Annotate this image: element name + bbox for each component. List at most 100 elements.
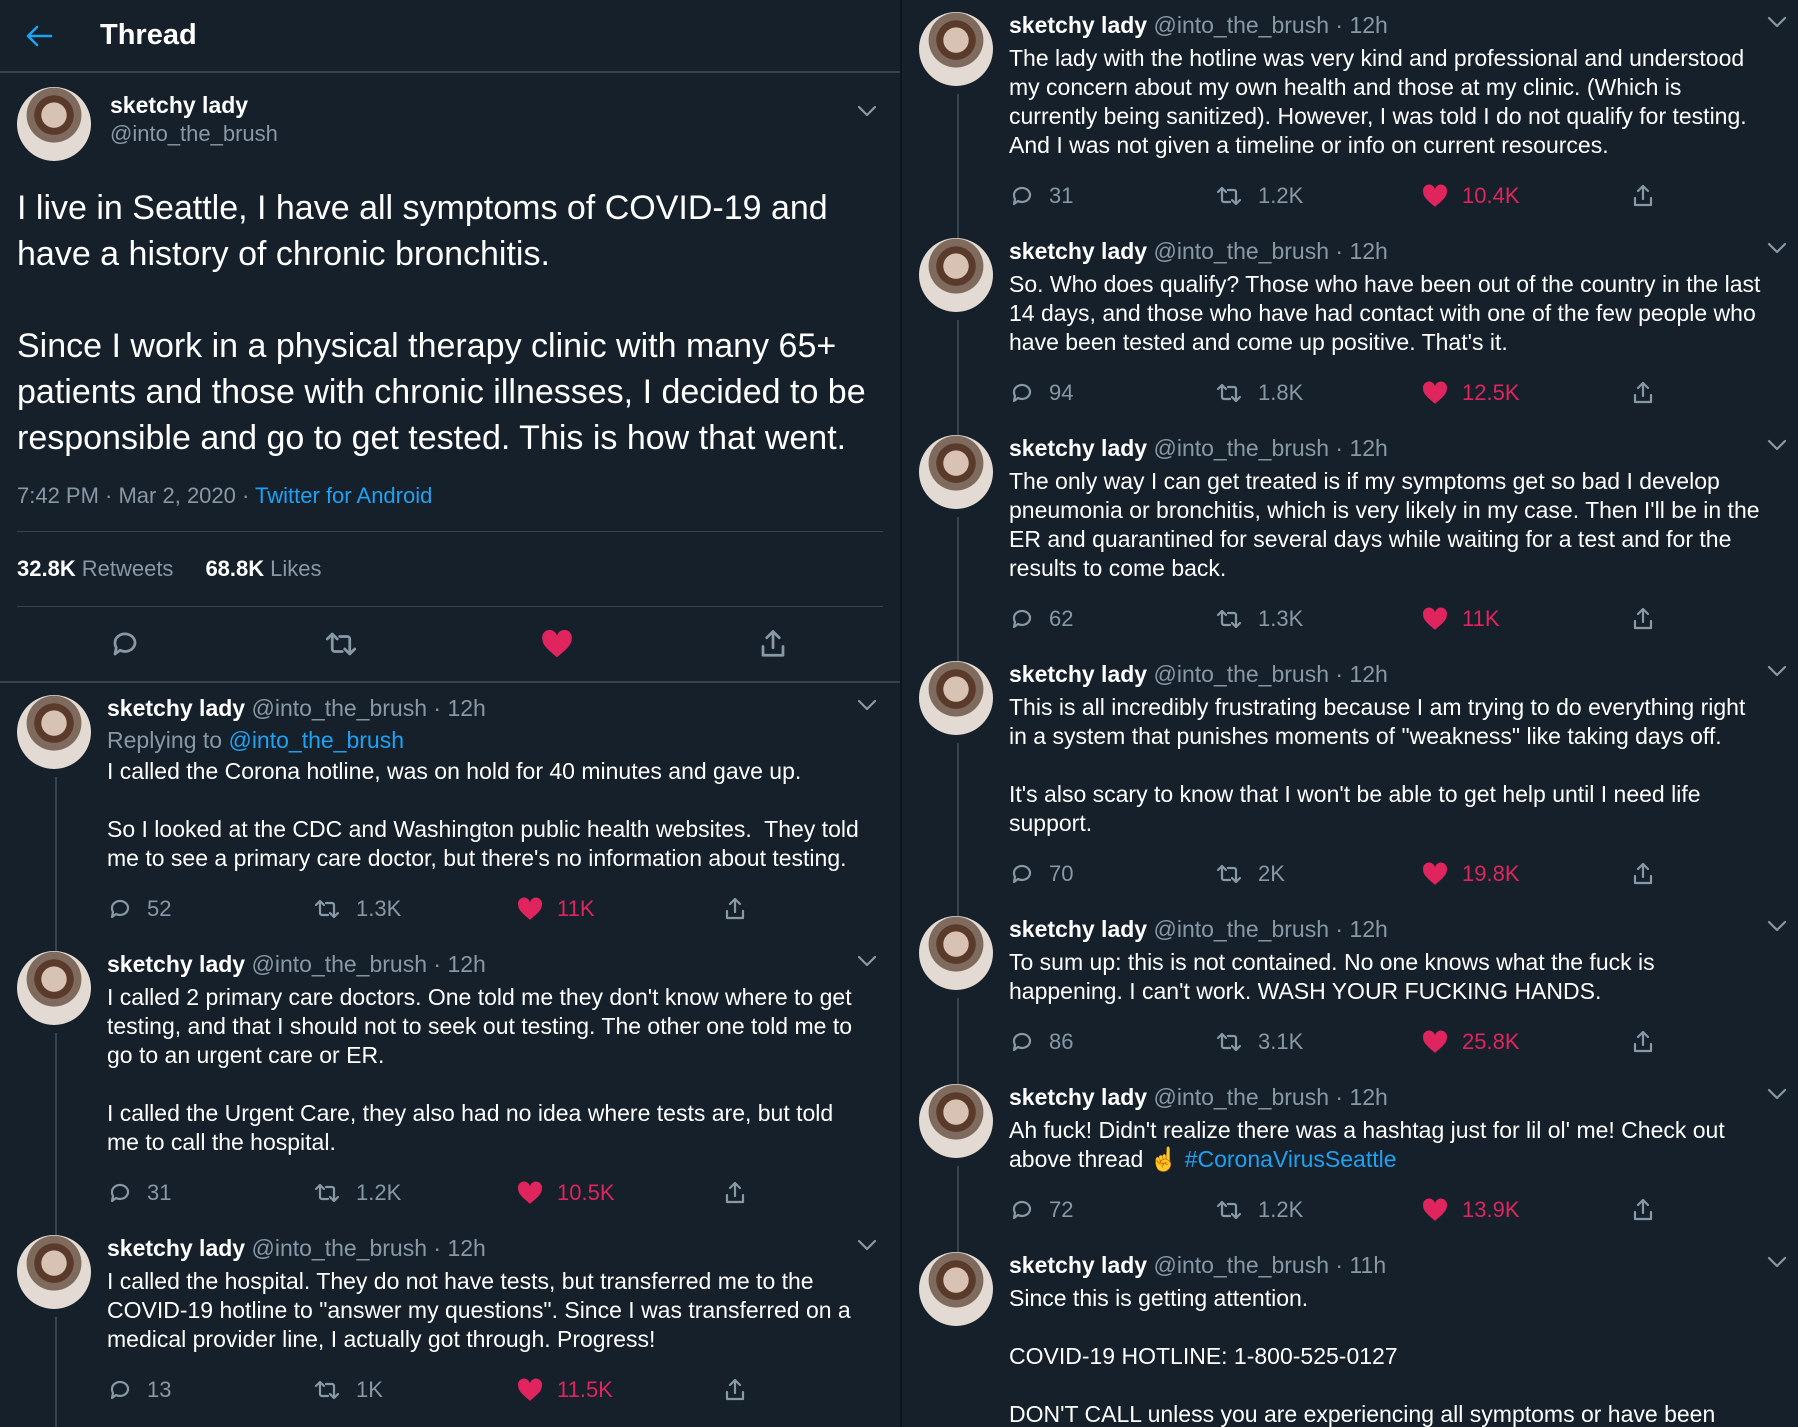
chevron-down-icon[interactable] [1766, 1254, 1788, 1270]
like-button[interactable]: 11K [1422, 606, 1630, 632]
author-name[interactable]: sketchy lady [1009, 435, 1147, 461]
avatar[interactable] [919, 12, 993, 86]
like-button[interactable] [449, 629, 665, 659]
retweet-button[interactable]: 1.3K [312, 896, 517, 922]
share-button[interactable] [1630, 1030, 1656, 1054]
chevron-down-icon[interactable] [1766, 1086, 1788, 1102]
reply-button[interactable]: 86 [1009, 1029, 1214, 1055]
share-button[interactable] [1630, 862, 1656, 886]
avatar[interactable] [919, 238, 993, 312]
avatar[interactable] [919, 661, 993, 735]
retweet-button[interactable]: 1K [312, 1377, 517, 1403]
author-name[interactable]: sketchy lady [1009, 916, 1147, 942]
avatar[interactable] [17, 695, 91, 769]
chevron-down-icon[interactable] [856, 697, 878, 713]
tweet-time[interactable]: · 12h [1329, 916, 1387, 942]
author-handle[interactable]: @into_the_brush [251, 1235, 427, 1261]
like-button[interactable]: 19.8K [1422, 861, 1630, 887]
likes-stat[interactable]: 68.8K Likes [205, 556, 321, 582]
author-handle[interactable]: @into_the_brush [1153, 661, 1329, 687]
author-name[interactable]: sketchy lady [1009, 238, 1147, 264]
chevron-down-icon[interactable] [856, 953, 878, 969]
avatar[interactable] [17, 1235, 91, 1309]
retweets-stat[interactable]: 32.8K Retweets [17, 556, 173, 582]
avatar[interactable] [919, 1252, 993, 1326]
reply-button[interactable]: 72 [1009, 1197, 1214, 1223]
reply-tweet[interactable]: sketchy lady @into_the_brush · 12h I call… [0, 939, 900, 1237]
reply-button[interactable]: 62 [1009, 606, 1214, 632]
author-name[interactable]: sketchy lady [107, 1235, 245, 1261]
share-button[interactable] [1630, 184, 1656, 208]
reply-tweet[interactable]: sketchy lady @into_the_brush · 12h Ah fuc… [902, 1072, 1798, 1254]
author-handle[interactable]: @into_the_brush [251, 695, 427, 721]
author-name[interactable]: sketchy lady [110, 92, 278, 119]
reply-tweet[interactable]: sketchy lady @into_the_brush · 12h The on… [902, 423, 1798, 663]
replying-to-link[interactable]: @into_the_brush [228, 727, 404, 753]
author-name[interactable]: sketchy lady [1009, 12, 1147, 38]
tweet-time[interactable]: · 12h [427, 1235, 485, 1261]
author-handle[interactable]: @into_the_brush [251, 951, 427, 977]
share-button[interactable] [1630, 607, 1656, 631]
reply-tweet[interactable]: sketchy lady @into_the_brush · 12h I call… [0, 1223, 900, 1427]
retweet-button[interactable]: 3.1K [1214, 1029, 1422, 1055]
tweet-time[interactable]: · 12h [1329, 238, 1387, 264]
reply-button[interactable]: 13 [107, 1377, 312, 1403]
author-handle[interactable]: @into_the_brush [1153, 1252, 1329, 1278]
chevron-down-icon[interactable] [1766, 918, 1788, 934]
reply-button[interactable]: 52 [107, 896, 312, 922]
avatar[interactable] [919, 435, 993, 509]
tweet-time[interactable]: · 11h [1329, 1252, 1386, 1278]
share-button[interactable] [665, 629, 881, 659]
reply-button[interactable]: 31 [1009, 183, 1214, 209]
retweet-button[interactable]: 1.3K [1214, 606, 1422, 632]
avatar[interactable] [919, 1084, 993, 1158]
reply-button[interactable]: 31 [107, 1180, 312, 1206]
avatar[interactable] [17, 951, 91, 1025]
retweet-button[interactable] [233, 629, 449, 659]
retweet-button[interactable]: 2K [1214, 861, 1422, 887]
chevron-down-icon[interactable] [1766, 663, 1788, 679]
avatar[interactable] [17, 87, 91, 161]
author-name[interactable]: sketchy lady [107, 951, 245, 977]
reply-tweet[interactable]: sketchy lady @into_the_brush · 12h So. Wh… [902, 226, 1798, 437]
tweet-time[interactable]: · 12h [1329, 12, 1387, 38]
author-handle[interactable]: @into_the_brush [1153, 435, 1329, 461]
author-name[interactable]: sketchy lady [107, 695, 245, 721]
like-button[interactable]: 11.5K [517, 1377, 722, 1403]
like-button[interactable]: 25.8K [1422, 1029, 1630, 1055]
reply-tweet[interactable]: sketchy lady @into_the_brush · 12h This i… [902, 649, 1798, 918]
chevron-down-icon[interactable] [1766, 437, 1788, 453]
chevron-down-icon[interactable] [856, 103, 878, 119]
author-handle[interactable]: @into_the_brush [110, 121, 278, 147]
author-handle[interactable]: @into_the_brush [1153, 1084, 1329, 1110]
reply-button[interactable]: 70 [1009, 861, 1214, 887]
chevron-down-icon[interactable] [1766, 240, 1788, 256]
share-button[interactable] [722, 1181, 748, 1205]
tweet-time[interactable]: · 12h [427, 695, 485, 721]
author-name[interactable]: sketchy lady [1009, 661, 1147, 687]
author-handle[interactable]: @into_the_brush [1153, 12, 1329, 38]
tweet-time[interactable]: · 12h [1329, 435, 1387, 461]
tweet-time[interactable]: · 12h [1329, 661, 1387, 687]
reply-tweet[interactable]: sketchy lady @into_the_brush · 12h To sum… [902, 904, 1798, 1086]
like-button[interactable]: 12.5K [1422, 380, 1630, 406]
like-button[interactable]: 10.5K [517, 1180, 722, 1206]
reply-tweet[interactable]: sketchy lady @into_the_brush · 11h Since … [902, 1240, 1798, 1427]
chevron-down-icon[interactable] [1766, 14, 1788, 30]
share-button[interactable] [722, 1378, 748, 1402]
retweet-button[interactable]: 1.2K [1214, 1197, 1422, 1223]
retweet-button[interactable]: 1.8K [1214, 380, 1422, 406]
reply-tweet[interactable]: sketchy lady @into_the_brush · 12h Replyi… [0, 683, 900, 953]
tweet-time[interactable]: · 12h [1329, 1084, 1387, 1110]
share-button[interactable] [1630, 381, 1656, 405]
reply-tweet[interactable]: sketchy lady @into_the_brush · 12h The la… [902, 0, 1798, 240]
reply-button[interactable]: 94 [1009, 380, 1214, 406]
author-name[interactable]: sketchy lady [1009, 1252, 1147, 1278]
hashtag-link[interactable]: #CoronaVirusSeattle [1185, 1146, 1397, 1172]
like-button[interactable]: 10.4K [1422, 183, 1630, 209]
share-button[interactable] [1630, 1198, 1656, 1222]
like-button[interactable]: 13.9K [1422, 1197, 1630, 1223]
author-handle[interactable]: @into_the_brush [1153, 916, 1329, 942]
share-button[interactable] [722, 897, 748, 921]
chevron-down-icon[interactable] [856, 1237, 878, 1253]
